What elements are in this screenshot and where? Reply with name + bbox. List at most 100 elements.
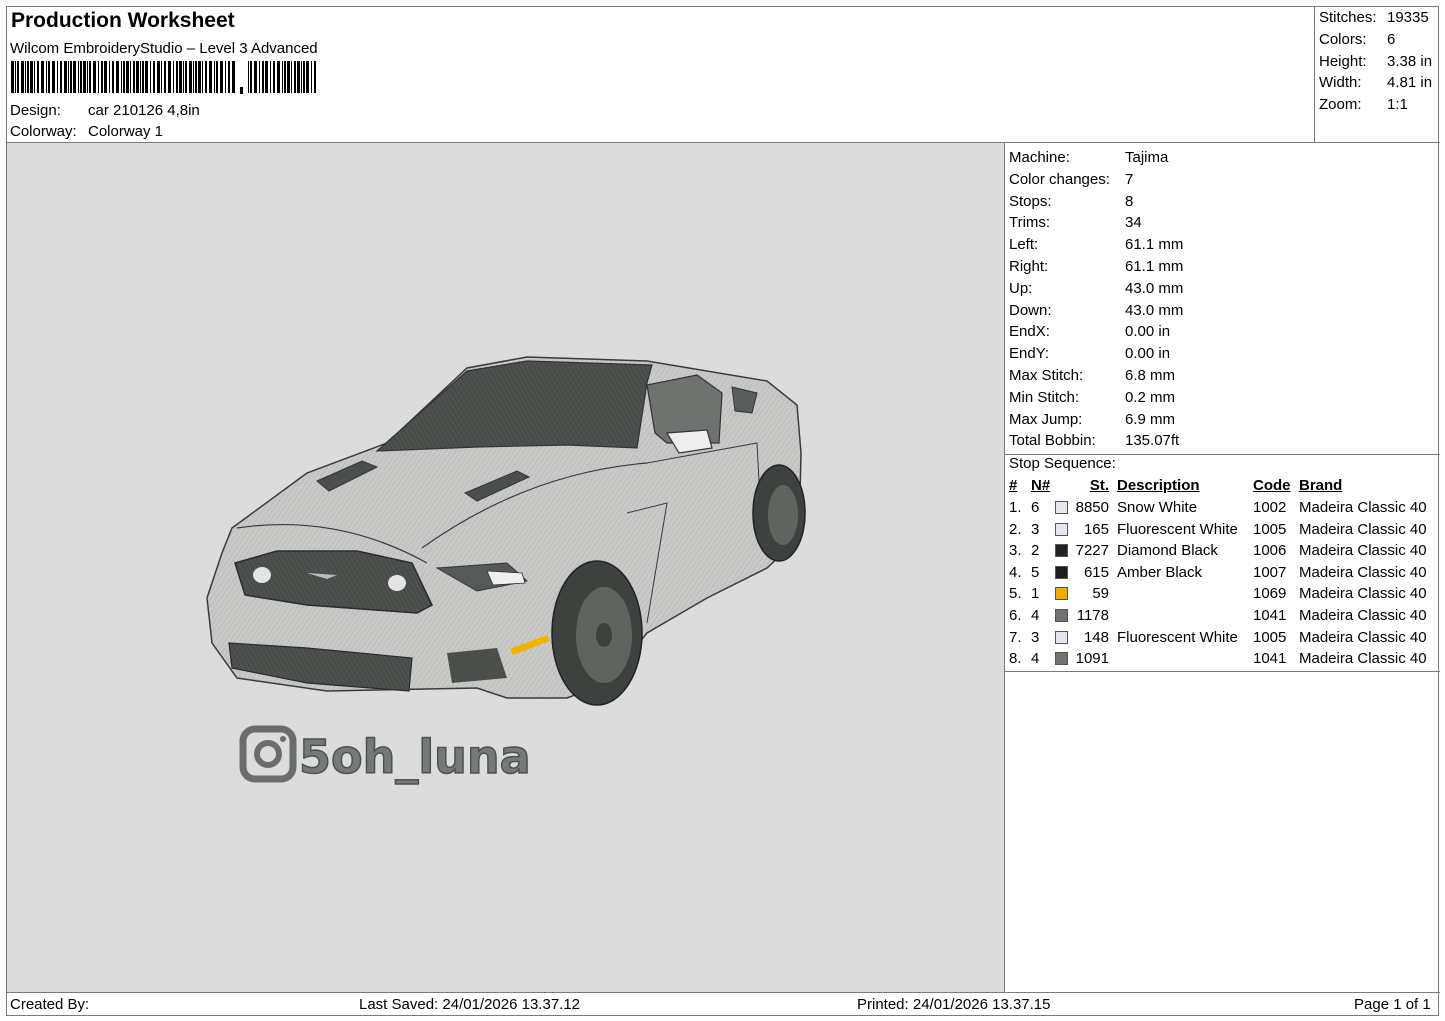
machine-info-row: Total Bobbin: 135.07ft	[1009, 432, 1179, 449]
page-number: Page 1 of 1	[1354, 996, 1431, 1013]
created-by: Created By:	[10, 996, 90, 1013]
info-label: Min Stitch:	[1009, 388, 1080, 406]
cell-num: 4.	[1009, 563, 1022, 581]
info-value: 43.0 mm	[1125, 279, 1184, 297]
info-label: Max Stitch:	[1009, 367, 1084, 384]
last-saved: Last Saved: 24/01/2026 13.37.12	[359, 996, 581, 1013]
info-value: 8	[1125, 192, 1134, 210]
info-label: Right:	[1009, 258, 1049, 275]
cell-num: 5.	[1009, 585, 1022, 603]
cell-n: 3	[1031, 628, 1040, 646]
cell-num: 1.	[1009, 499, 1022, 516]
colorway-label: Colorway:	[10, 123, 77, 140]
cell-code: 1041	[1253, 607, 1287, 624]
column-header-n: N#	[1031, 477, 1051, 494]
machine-info-row: Machine: Tajima	[1009, 149, 1168, 166]
stat-zoom: Zoom: 1:1	[1319, 96, 1408, 113]
machine-info-row: Max Stitch: 6.8 mm	[1009, 367, 1175, 384]
colorway-row: Colorway: Colorway 1	[10, 123, 163, 140]
machine-info-panel: Machine: Tajima Color changes: 7 Stops: 8 Trim…	[1005, 143, 1440, 992]
instagram-handle-text: 5oh_luna	[299, 730, 531, 784]
colorway-value: Colorway 1	[88, 123, 164, 140]
cell-brand: Madeira Classic 40	[1299, 542, 1427, 560]
cell-num: 3.	[1009, 542, 1022, 560]
cell-code: 1007	[1253, 563, 1287, 581]
column-header-num: #	[1009, 477, 1018, 494]
info-label: Left:	[1009, 236, 1039, 254]
design-value: car 210126 4,8in	[88, 102, 200, 119]
cell-st: 148	[1083, 628, 1109, 646]
info-value: 6.9 mm	[1125, 410, 1176, 428]
machine-info-row: Stops: 8	[1009, 193, 1133, 210]
cell-code: 1005	[1253, 628, 1287, 646]
stat-stitches: Stitches: 19335	[1319, 9, 1429, 26]
color-swatch	[1055, 544, 1068, 558]
cell-desc: Snow White	[1117, 499, 1198, 516]
cell-desc: Amber Black	[1117, 563, 1203, 581]
color-swatch	[1055, 501, 1068, 514]
cell-st: 615	[1083, 563, 1109, 581]
info-value: 6.8 mm	[1125, 367, 1176, 384]
cell-desc: Diamond Black	[1117, 542, 1218, 560]
cell-brand: Madeira Classic 40	[1299, 628, 1427, 646]
info-value: 0.2 mm	[1125, 388, 1176, 406]
cell-st: 59	[1092, 585, 1109, 603]
design-stats: Stitches: 19335 Colors: 6 Height: 3.38 in W…	[1314, 7, 1440, 143]
instagram-icon	[239, 725, 297, 783]
cell-brand: Madeira Classic 40	[1299, 607, 1427, 624]
cell-code: 1041	[1253, 650, 1287, 668]
cell-n: 6	[1031, 499, 1040, 516]
cell-brand: Madeira Classic 40	[1299, 499, 1427, 516]
cell-st: 8850	[1075, 499, 1109, 516]
cell-code: 1005	[1253, 520, 1287, 538]
info-value: 0.00 in	[1125, 323, 1171, 341]
cell-brand: Madeira Classic 40	[1299, 520, 1427, 538]
stat-colors: Colors: 6	[1319, 31, 1396, 48]
stop-sequence-title: Stop Sequence:	[1009, 455, 1116, 472]
info-value: 43.0 mm	[1125, 301, 1184, 319]
color-swatch	[1055, 652, 1068, 666]
barcode-icon	[11, 61, 316, 94]
info-value: Tajima	[1125, 149, 1169, 166]
cell-desc: Fluorescent White	[1117, 520, 1238, 538]
cell-n: 5	[1031, 563, 1040, 581]
column-header-brand: Brand	[1299, 477, 1343, 494]
machine-info-row: Min Stitch: 0.2 mm	[1009, 389, 1175, 406]
info-label: Up:	[1009, 279, 1033, 297]
design-label: Design:	[10, 102, 61, 119]
cell-brand: Madeira Classic 40	[1299, 650, 1427, 668]
info-label: Total Bobbin:	[1009, 432, 1096, 450]
cell-num: 8.	[1009, 650, 1022, 668]
info-value: 135.07ft	[1125, 432, 1180, 450]
cell-n: 2	[1031, 542, 1040, 560]
info-label: Trims:	[1009, 214, 1051, 232]
cell-st: 1091	[1075, 650, 1109, 668]
cell-code: 1002	[1253, 499, 1287, 516]
info-value: 61.1 mm	[1125, 236, 1184, 254]
info-value: 0.00 in	[1125, 345, 1171, 363]
color-swatch	[1055, 522, 1068, 536]
info-value: 61.1 mm	[1125, 258, 1184, 275]
machine-info-row: Left: 61.1 mm	[1009, 236, 1183, 253]
page-title: Production Worksheet	[11, 9, 235, 32]
info-label: EndX:	[1009, 323, 1050, 341]
info-value: 7	[1125, 170, 1134, 188]
divider	[1005, 671, 1440, 672]
cell-num: 2.	[1009, 520, 1022, 538]
info-label: Stops:	[1009, 192, 1052, 210]
worksheet-header: Production Worksheet Wilcom EmbroiderySt…	[7, 7, 1440, 143]
cell-brand: Madeira Classic 40	[1299, 585, 1427, 603]
machine-info-row: Up: 43.0 mm	[1009, 280, 1183, 297]
info-value: 34	[1125, 214, 1142, 232]
cell-code: 1006	[1253, 542, 1287, 560]
color-swatch	[1055, 630, 1068, 644]
cell-n: 4	[1031, 607, 1040, 624]
software-name: Wilcom EmbroideryStudio – Level 3 Advanc…	[10, 40, 318, 57]
cell-n: 3	[1031, 520, 1040, 538]
machine-info-row: EndY: 0.00 in	[1009, 345, 1170, 362]
cell-st: 165	[1083, 520, 1109, 538]
color-swatch	[1055, 565, 1068, 579]
cell-n: 1	[1031, 585, 1040, 603]
design-preview: 5oh_luna	[7, 143, 1005, 992]
info-label: EndY:	[1009, 345, 1050, 363]
